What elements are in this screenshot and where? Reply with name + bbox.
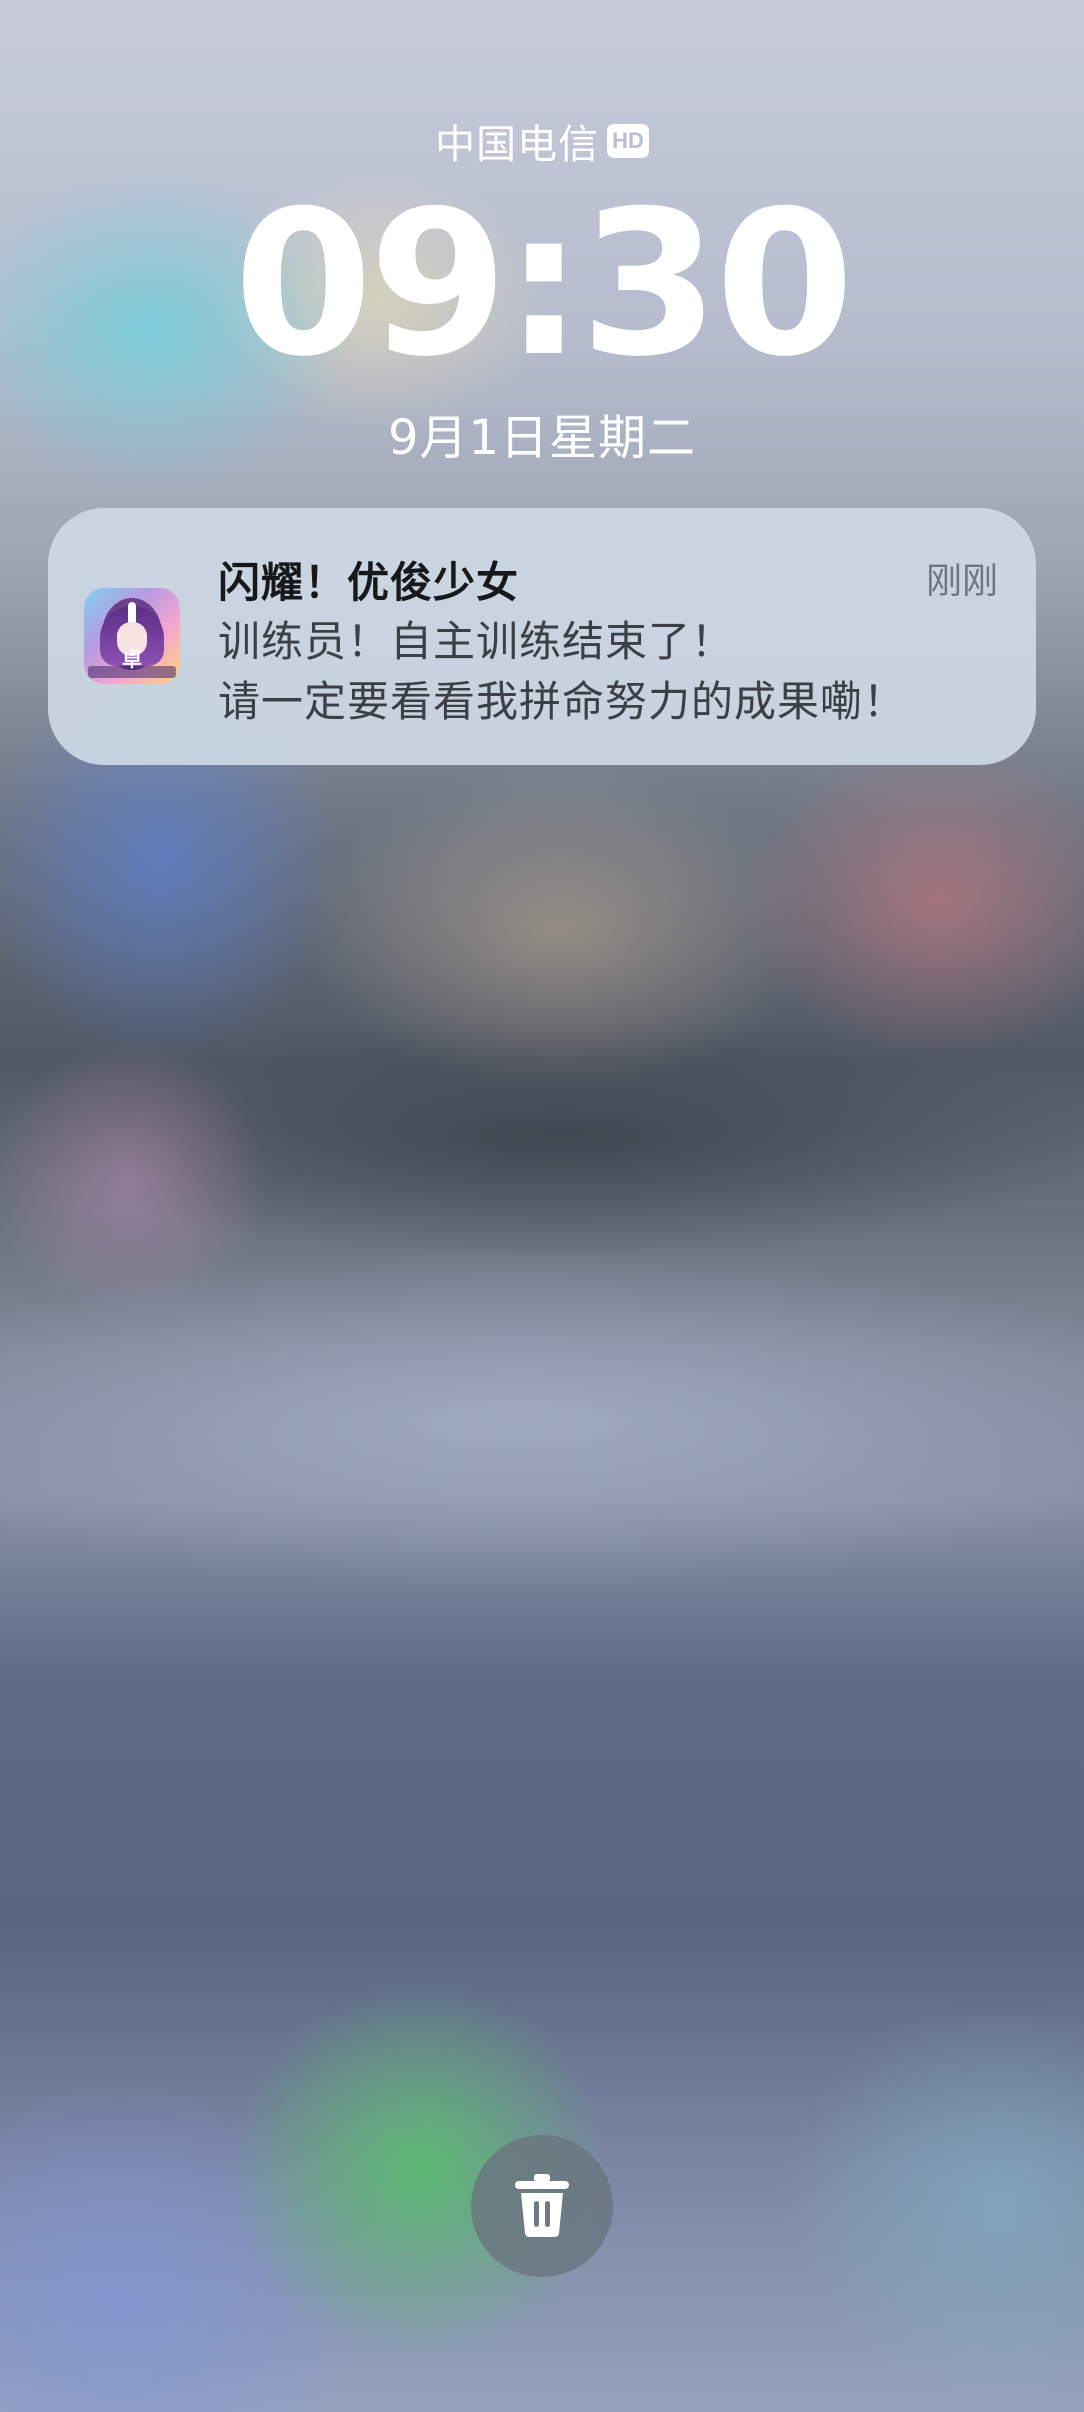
notification-time: 刚刚 <box>925 561 998 602</box>
notification-card[interactable]: 卓 闪耀！优俊少女 刚刚 训练员！自主训练结束了！ 请一定要看看我拼命努力的成果… <box>48 508 1036 765</box>
notification-body: 训练员！自主训练结束了！ 请一定要看看我拼命努力的成果嘞！ <box>218 612 1008 732</box>
lock-clock: 09:30 <box>233 168 855 401</box>
notification-body-line: 训练员！自主训练结束了！ <box>218 617 735 666</box>
app-icon-glyph: 卓 <box>122 647 142 671</box>
carrier-name: 中国电信 <box>435 122 600 168</box>
notification-body-line: 请一定要看看我拼命努力的成果嘞！ <box>218 677 907 726</box>
clear-notifications-button[interactable] <box>471 2135 613 2277</box>
status-carrier: 中国电信 HD <box>0 112 1084 170</box>
notification-title: 闪耀！优俊少女 <box>218 558 520 607</box>
trash-icon <box>515 2174 569 2237</box>
lock-date: 9月1日星期二 <box>387 410 697 466</box>
lock-screen: 中国电信 HD 09:30 9月1日星期二 卓 闪耀！优俊少女 刚刚 训练员！自… <box>0 0 1084 2412</box>
hd-badge: HD <box>607 124 649 158</box>
app-icon: 卓 <box>84 588 180 684</box>
